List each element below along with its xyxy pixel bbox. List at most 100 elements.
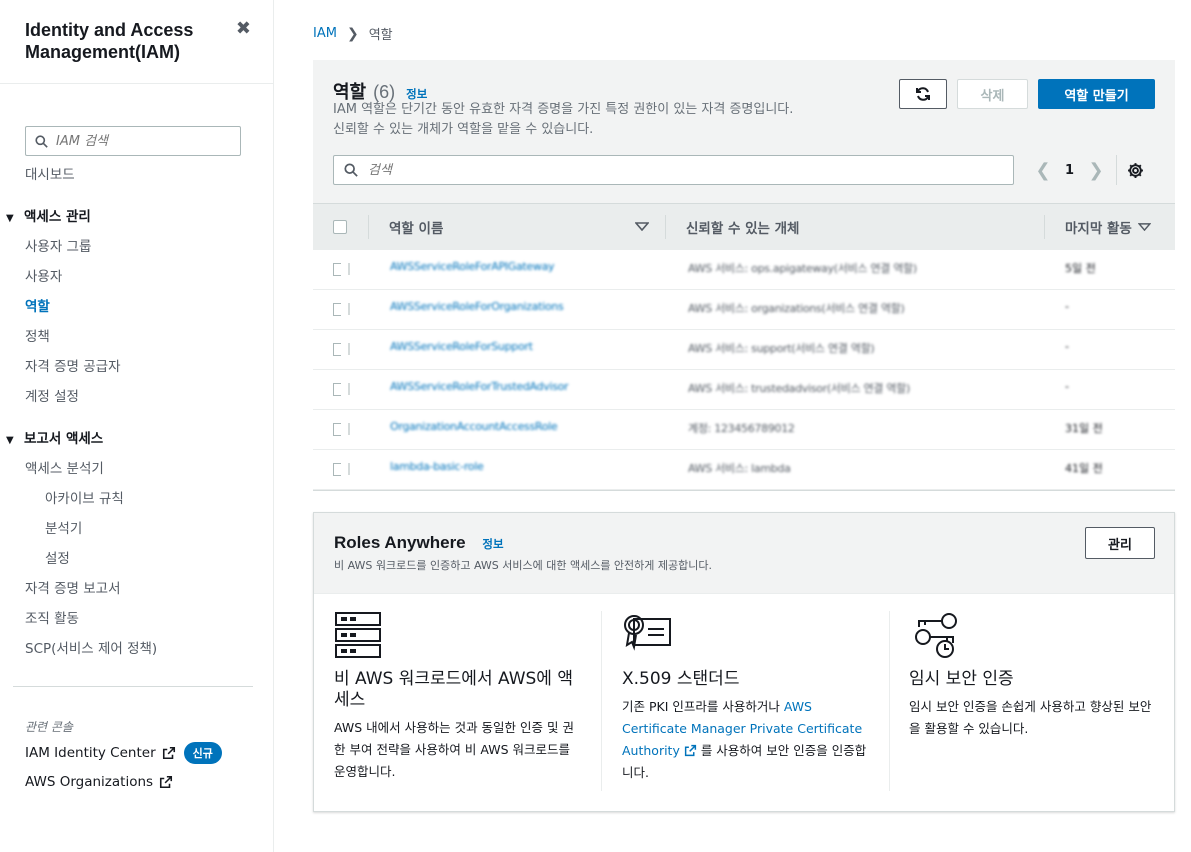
sidebar-section-access-reports[interactable]: ▼ 보고서 액세스 [0, 424, 273, 454]
gear-icon[interactable] [1127, 162, 1144, 179]
roles-search-input[interactable] [333, 155, 1014, 185]
sidebar-item-credential-report[interactable]: 자격 증명 보고서 [0, 574, 273, 604]
delete-button[interactable]: 삭제 [957, 79, 1028, 109]
row-checkbox[interactable] [333, 463, 341, 476]
sidebar-item-users[interactable]: 사용자 [0, 262, 273, 292]
trusted-entity: AWS 서비스: trustedadvisor(서비스 연결 역할) [688, 382, 910, 395]
column-label: 마지막 활동 [1065, 221, 1132, 237]
last-activity: 5일 전 [1065, 262, 1096, 275]
row-checkbox[interactable] [333, 303, 341, 316]
sidebar-item-organization-activity[interactable]: 조직 활동 [0, 604, 273, 634]
sidebar-item-identity-providers[interactable]: 자격 증명 공급자 [0, 352, 273, 382]
last-activity: - [1065, 340, 1069, 353]
trusted-entity: AWS 서비스: lambda [688, 462, 791, 475]
select-all-checkbox[interactable] [333, 220, 347, 234]
new-badge: 신규 [183, 742, 222, 764]
roles-anywhere-header: Roles Anywhere 정보 비 AWS 워크로드를 인증하고 AWS 서… [314, 513, 1174, 594]
column-header-trusted-entities[interactable]: 신뢰할 수 있는 개체 [686, 204, 799, 250]
pager-divider [1116, 155, 1118, 185]
role-name-link[interactable]: AWSServiceRoleForTrustedAdvisor [390, 380, 569, 393]
feature-heading: 비 AWS 워크로드에서 AWS에 액세스 [334, 669, 573, 710]
feature-text: 기존 PKI 인프라를 사용하거나 AWS Certificate Manage… [622, 696, 872, 784]
sidebar: Identity and Access Management(IAM) ✖ 대시… [0, 0, 274, 852]
column-header-last-activity[interactable]: 마지막 활동 [1065, 204, 1151, 250]
search-icon [344, 163, 358, 177]
trusted-entity: AWS 서비스: ops.apigateway(서비스 연결 역할) [688, 262, 917, 275]
trusted-entity: 계정: 123456789012 [688, 422, 795, 435]
roles-table-header: 역할 이름 신뢰할 수 있는 개체 마지막 활동 [313, 203, 1175, 250]
table-row[interactable]: OrganizationAccountAccessRole 계정: 123456… [313, 410, 1175, 450]
column-label: 역할 이름 [389, 221, 444, 237]
feature-heading: 임시 보안 인증 [909, 669, 1014, 689]
section-label: 액세스 관리 [24, 209, 91, 225]
column-header-role-name[interactable]: 역할 이름 [389, 204, 649, 250]
row-checkbox[interactable] [333, 263, 341, 276]
row-checkbox[interactable] [333, 383, 341, 396]
breadcrumb: IAM ❯ 역할 [313, 24, 393, 44]
create-role-button[interactable]: 역할 만들기 [1038, 79, 1155, 109]
iam-identity-center-link[interactable]: IAM Identity Center 신규 [25, 742, 222, 764]
table-row[interactable]: AWSServiceRoleForSupport AWS 서비스: suppor… [313, 330, 1175, 370]
sidebar-item-access-analyzer[interactable]: 액세스 분석기 [0, 454, 273, 484]
link-label: AWS Organizations [25, 774, 154, 790]
sidebar-search-field[interactable] [56, 133, 216, 149]
external-link-icon [160, 775, 173, 789]
sidebar-item-roles[interactable]: 역할 [0, 292, 273, 322]
roles-description: IAM 역할은 단기간 동안 유효한 자격 증명을 가진 특정 권한이 있는 자… [333, 100, 793, 140]
sidebar-item-user-groups[interactable]: 사용자 그룹 [0, 232, 273, 262]
sidebar-search-input[interactable] [25, 126, 241, 156]
sidebar-header: Identity and Access Management(IAM) ✖ [0, 0, 273, 84]
sidebar-title: Identity and Access Management(IAM) [25, 20, 194, 62]
pagination: ❮ 1 ❯ [1033, 155, 1144, 185]
sidebar-divider [13, 686, 253, 687]
close-icon[interactable]: ✖ [236, 18, 251, 39]
sidebar-item-analyzers[interactable]: 분석기 [0, 514, 273, 544]
roles-description-line2: 신뢰할 수 있는 개체가 역할을 맡을 수 있습니다. [333, 122, 594, 137]
table-row[interactable]: AWSServiceRoleForTrustedAdvisor AWS 서비스:… [313, 370, 1175, 410]
trusted-entity: AWS 서비스: support(서비스 연결 역할) [688, 342, 875, 355]
sidebar-section-access-management[interactable]: ▼ 액세스 관리 [0, 202, 273, 232]
aws-organizations-link[interactable]: AWS Organizations [25, 774, 173, 790]
search-icon [35, 134, 48, 148]
row-checkbox[interactable] [333, 423, 341, 436]
sidebar-item-archive-rules[interactable]: 아카이브 규칙 [0, 484, 273, 514]
feature-text: AWS 내에서 사용하는 것과 동일한 인증 및 권한 부여 전략을 사용하여 … [334, 720, 574, 779]
roles-search-field[interactable] [368, 162, 968, 178]
external-link-icon [162, 746, 175, 760]
sort-down-icon [635, 222, 649, 231]
row-checkbox-edge [348, 463, 350, 475]
table-row[interactable]: lambda-basic-role AWS 서비스: lambda 41일 전 [313, 450, 1175, 490]
row-checkbox[interactable] [333, 343, 341, 356]
roles-anywhere-description: 비 AWS 워크로드를 인증하고 AWS 서비스에 대한 액세스를 안전하게 제… [334, 559, 713, 572]
table-row[interactable]: AWSServiceRoleForAPIGateway AWS 서비스: ops… [313, 250, 1175, 290]
sidebar-item-policies[interactable]: 정책 [0, 322, 273, 352]
sidebar-item-dashboard[interactable]: 대시보드 [0, 160, 273, 190]
role-name-link[interactable]: AWSServiceRoleForAPIGateway [390, 260, 555, 273]
row-checkbox-edge [348, 263, 350, 275]
roles-anywhere-panel: Roles Anywhere 정보 비 AWS 워크로드를 인증하고 AWS 서… [313, 512, 1175, 812]
link-label: IAM Identity Center [25, 745, 156, 761]
role-name-link[interactable]: AWSServiceRoleForOrganizations [390, 300, 564, 313]
roles-anywhere-info-link[interactable]: 정보 [482, 539, 503, 551]
roles-anywhere-title: Roles Anywhere 정보 [334, 533, 504, 553]
sidebar-item-account-settings[interactable]: 계정 설정 [0, 382, 273, 412]
table-row[interactable]: AWSServiceRoleForOrganizations AWS 서비스: … [313, 290, 1175, 330]
sidebar-item-scp[interactable]: SCP(서비스 제어 정책) [0, 634, 273, 664]
sidebar-item-analyzer-settings[interactable]: 설정 [0, 544, 273, 574]
manage-button[interactable]: 관리 [1085, 527, 1155, 559]
feature-non-aws-workloads: 비 AWS 워크로드에서 AWS에 액세스 AWS 내에서 사용하는 것과 동일… [334, 611, 584, 783]
page-number[interactable]: 1 [1065, 163, 1074, 178]
last-activity: - [1065, 380, 1069, 393]
refresh-button[interactable] [899, 79, 947, 109]
related-consoles-title: 관련 콘솔 [25, 720, 73, 734]
feature-text: 임시 보안 인증을 손쉽게 사용하고 향상된 보안을 활용할 수 있습니다. [909, 699, 1152, 736]
role-name-link[interactable]: lambda-basic-role [390, 460, 484, 473]
last-activity: 41일 전 [1065, 462, 1103, 475]
role-name-link[interactable]: OrganizationAccountAccessRole [390, 420, 558, 433]
row-checkbox-edge [348, 423, 350, 435]
chevron-left-icon[interactable]: ❮ [1033, 160, 1053, 181]
breadcrumb-iam[interactable]: IAM [313, 26, 337, 41]
breadcrumb-current: 역할 [368, 28, 393, 43]
chevron-right-icon[interactable]: ❯ [1086, 160, 1106, 181]
role-name-link[interactable]: AWSServiceRoleForSupport [390, 340, 533, 353]
